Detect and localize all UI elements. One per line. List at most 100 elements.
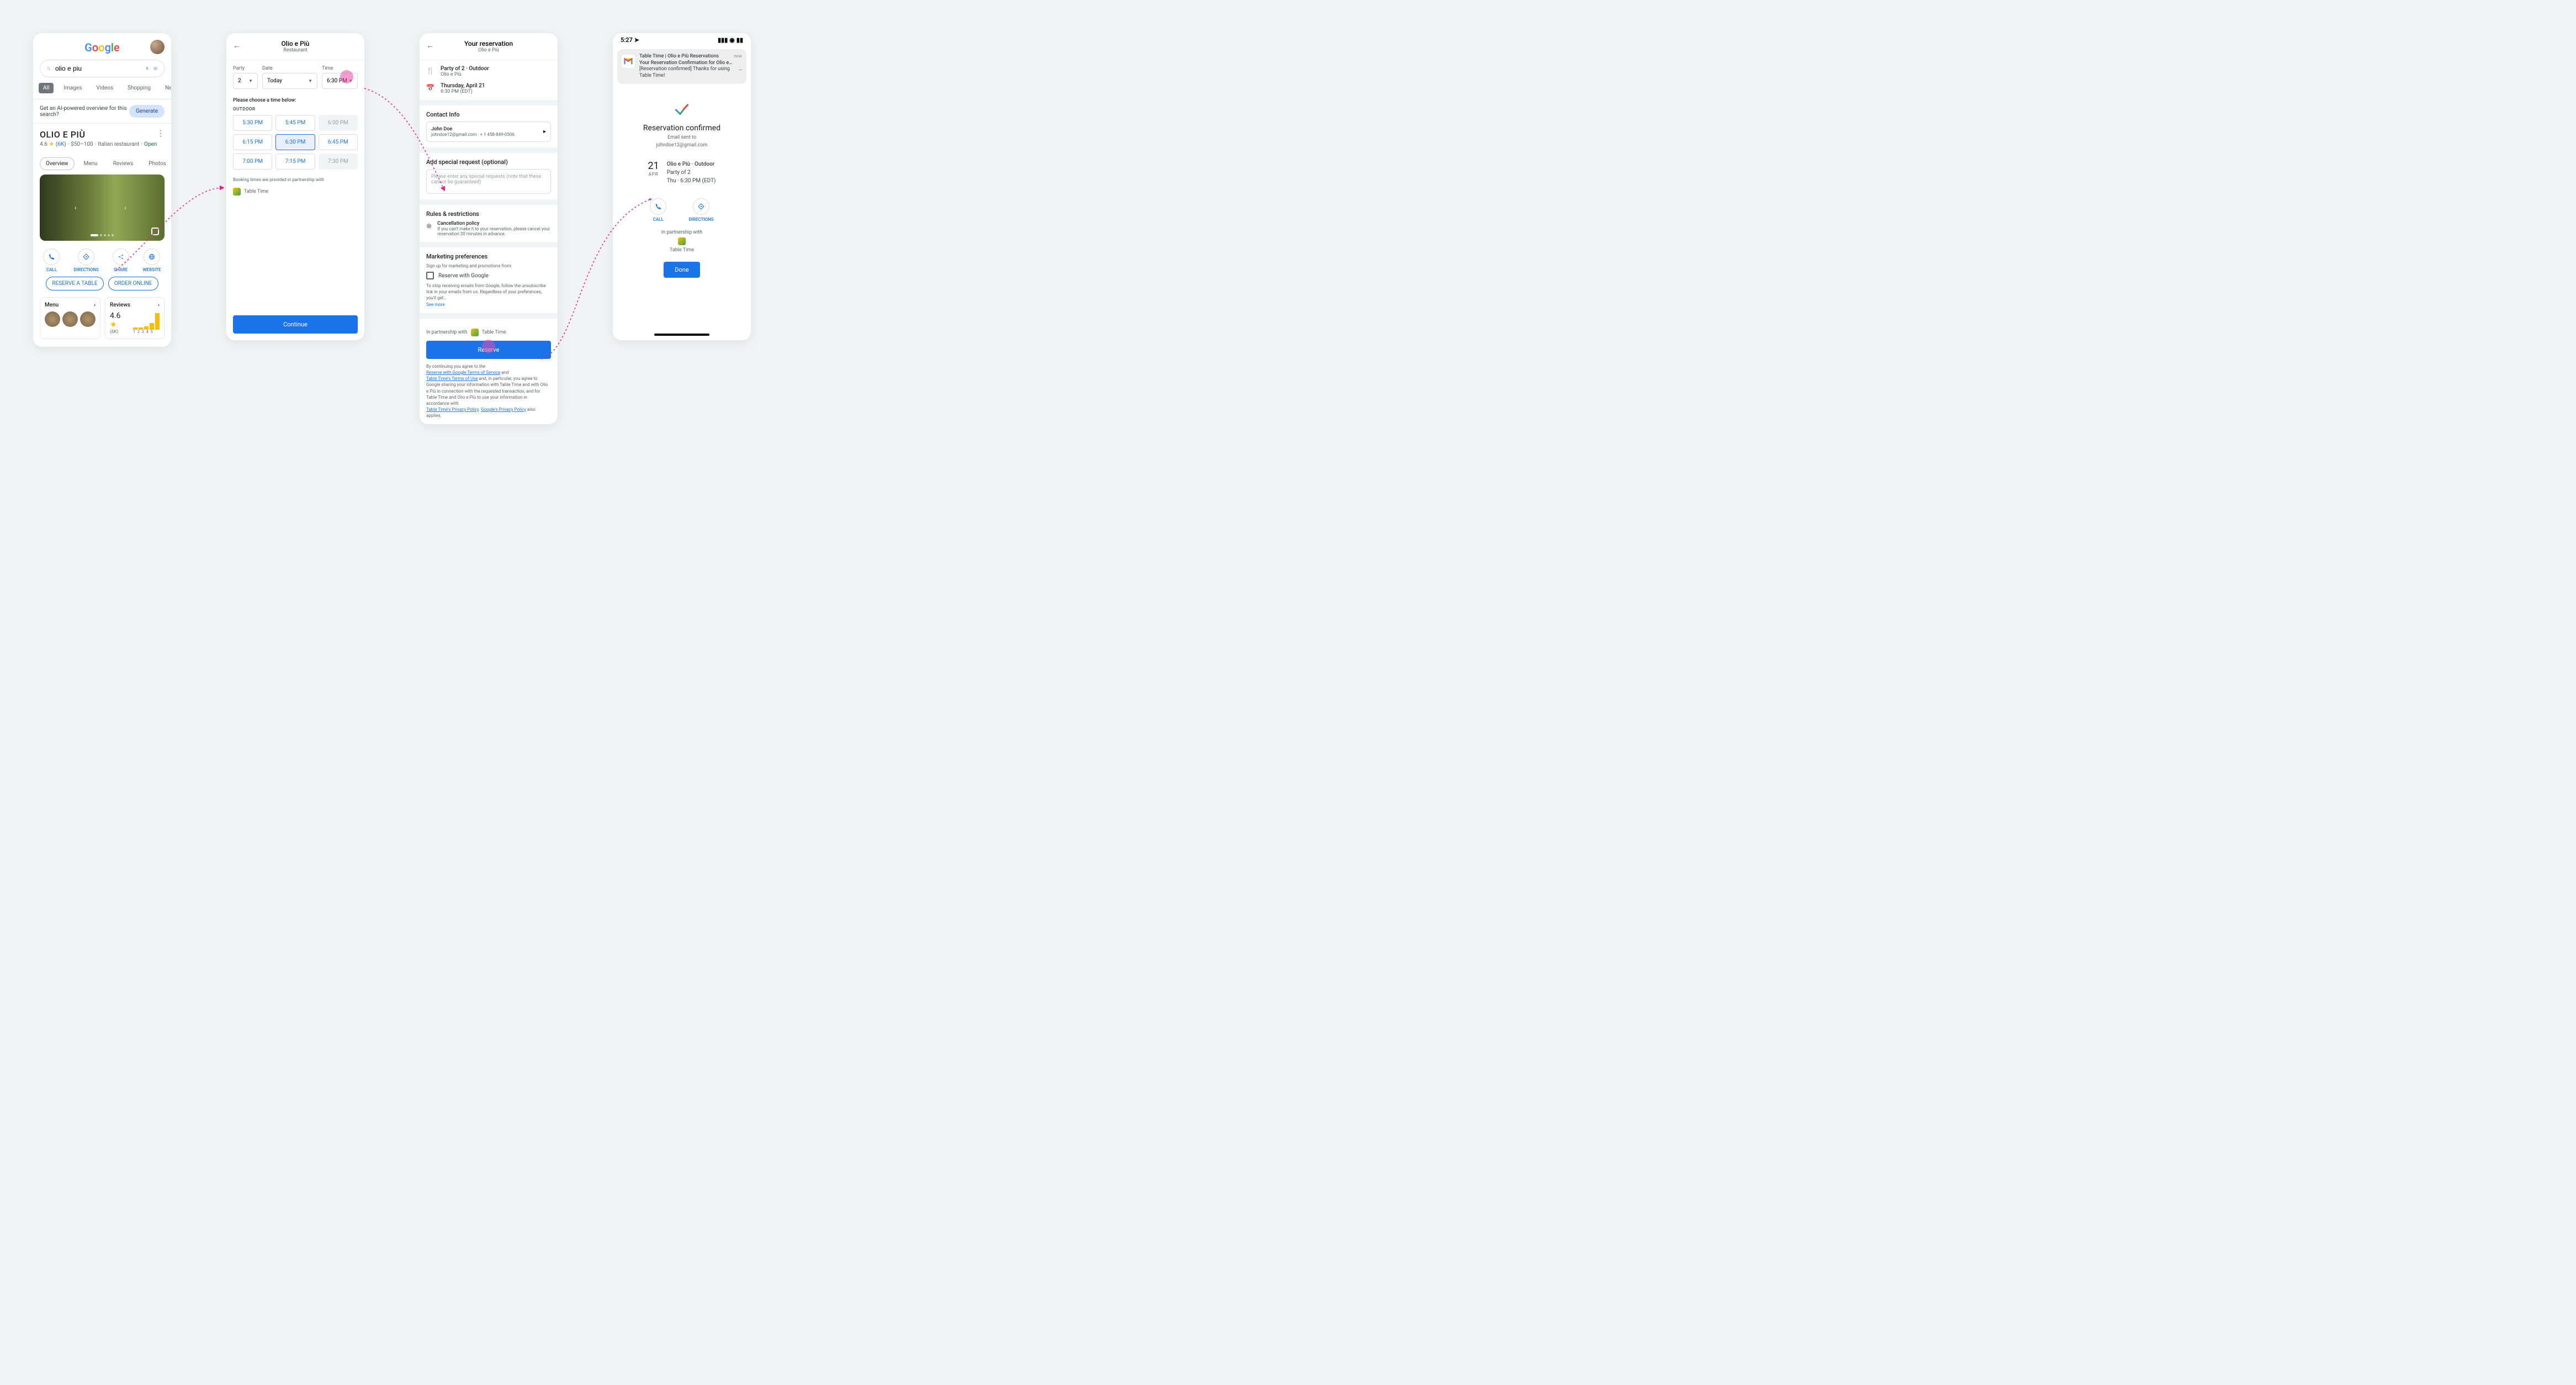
location-icon: ➤ [634, 36, 639, 44]
generate-button[interactable]: Generate [129, 105, 165, 118]
chevron-down-icon: ▼ [308, 78, 312, 83]
search-input[interactable] [55, 65, 141, 72]
continue-button[interactable]: Continue [233, 315, 358, 334]
res-restaurant: Olio e Più · Outdoor [667, 160, 716, 168]
directions-icon [698, 203, 704, 210]
filter-all[interactable]: All [39, 83, 54, 93]
time-picker[interactable]: 6:30 PM▼ [322, 73, 358, 89]
filter-videos[interactable]: Videos [92, 83, 118, 93]
tab-reviews[interactable]: Reviews [107, 157, 140, 170]
time-label: Time [322, 66, 358, 71]
contact-card[interactable]: John Doe johndoe12@gmail.com · + 1 458-8… [426, 121, 551, 142]
date-label: Date [262, 66, 317, 71]
tab-overview[interactable]: Overview [40, 157, 75, 170]
tab-menu[interactable]: Menu [78, 157, 104, 170]
call-button[interactable]: CALL [43, 249, 60, 272]
see-more-link[interactable]: See more [426, 302, 445, 307]
calendar-icon: 📅 [426, 84, 435, 92]
directions-icon [83, 253, 89, 260]
marketing-checkbox-row[interactable]: Reserve with Google [426, 272, 551, 279]
time-option[interactable]: 6:15 PM [233, 134, 272, 150]
avatar[interactable] [150, 40, 165, 54]
search-bar[interactable] [40, 60, 165, 77]
special-request-title: Add special request (optional) [426, 158, 551, 166]
privacy-link[interactable]: Google's Privacy Policy [481, 407, 526, 412]
time-option-selected[interactable]: 6:30 PM [275, 134, 315, 150]
star-icon: ★ [49, 141, 54, 147]
time-option[interactable]: 7:00 PM [233, 154, 272, 170]
back-button[interactable]: ← [426, 41, 434, 50]
hero-photo-carousel[interactable]: ‹ › [40, 175, 165, 241]
tab-photos[interactable]: Photos [142, 157, 171, 170]
reviews-link[interactable]: (6K) [56, 141, 66, 147]
chevron-right-icon: ▸ [543, 129, 546, 135]
partner-name: Table Time [482, 330, 506, 335]
special-request-input[interactable]: Please enter any special requests (note … [426, 169, 551, 194]
check-badge-icon [674, 102, 690, 118]
phone-icon [655, 203, 661, 210]
home-indicator[interactable] [654, 334, 709, 336]
chevron-left-icon[interactable]: ‹ [75, 204, 77, 212]
directions-button[interactable]: DIRECTIONS [688, 198, 713, 222]
reviews-count: (6K) [110, 329, 129, 334]
menu-thumb [80, 311, 96, 327]
filter-news[interactable]: News [161, 83, 171, 93]
time-option[interactable]: 6:45 PM [319, 134, 358, 150]
screen-search-result: Google All Images Videos Shopping News M… [33, 33, 171, 347]
filter-shopping[interactable]: Shopping [123, 83, 155, 93]
call-button[interactable]: CALL [650, 198, 666, 222]
done-button[interactable]: Done [664, 262, 699, 278]
terms-link[interactable]: Table Time's Terms of Use [426, 376, 478, 381]
reviews-card[interactable]: Reviews› 4.6 ★ (6K) 12345 [105, 297, 165, 339]
notif-more-icon[interactable]: … [739, 66, 742, 79]
search-filters: All Images Videos Shopping News Maps [33, 83, 171, 99]
directions-label: DIRECTIONS [73, 267, 98, 272]
website-button[interactable]: WEBSITE [143, 249, 161, 272]
terms-disclaimer: By continuing you agree to the Reserve w… [426, 363, 551, 419]
time-option[interactable]: 7:15 PM [275, 154, 315, 170]
more-icon[interactable]: ⋮ [157, 129, 165, 138]
marketing-title: Marketing preferences [426, 253, 551, 260]
phone-icon [48, 253, 55, 260]
share-button[interactable]: SHARE [113, 249, 129, 272]
expand-icon[interactable] [151, 228, 159, 235]
chevron-right-icon[interactable]: › [124, 204, 126, 212]
terms-link[interactable]: Reserve with Google Terms of Service [426, 370, 500, 375]
header-subtitle: Restaurant [283, 47, 307, 53]
lens-icon[interactable] [153, 65, 157, 72]
time-option[interactable]: 5:30 PM [233, 115, 272, 131]
contact-details: johndoe12@gmail.com · + 1 458-849-0506 [431, 132, 515, 137]
checkbox[interactable] [426, 272, 434, 279]
star-icon: ★ [110, 320, 117, 329]
cuisine: Italian restaurant [98, 141, 139, 147]
marketing-subtitle: Sign up for marketing and promotions fro… [426, 263, 551, 268]
res-date-day: 21 [648, 160, 659, 172]
partner-text: Booking times are provided in partnershi… [226, 175, 364, 188]
time-option[interactable]: 5:45 PM [275, 115, 315, 131]
restaurant-title: OLIO E PIÙ [40, 129, 85, 140]
confirmation-sub1: Email sent to [667, 135, 696, 140]
reviews-rating: 4.6 [110, 311, 120, 320]
order-online-button[interactable]: ORDER ONLINE [108, 277, 158, 290]
notif-body: [Reservation confirmed] Thanks for using… [639, 66, 739, 79]
signal-icon: ▮▮▮ [718, 36, 728, 44]
back-button[interactable]: ← [233, 41, 241, 50]
restaurant-name: Olio e Più [441, 72, 489, 77]
party-label: Party [233, 66, 258, 71]
reserve-button[interactable]: Reserve [426, 341, 551, 359]
filter-images[interactable]: Images [59, 83, 86, 93]
date-picker[interactable]: Today▼ [262, 73, 317, 89]
notification-card[interactable]: Table Time | Olio e Più Reservationsnow … [617, 49, 746, 84]
open-status: Open [144, 141, 157, 147]
header-logo-row: Google [33, 33, 171, 60]
menu-card[interactable]: Menu› [40, 297, 100, 339]
directions-button[interactable]: DIRECTIONS [73, 249, 98, 272]
table-time-logo-icon [233, 188, 241, 195]
privacy-link[interactable]: Table Time's Privacy Policy [426, 407, 479, 412]
reserve-table-button[interactable]: RESERVE A TABLE [46, 277, 103, 290]
party-picker[interactable]: 2▼ [233, 73, 258, 89]
partner-text: In partnership with [426, 330, 468, 335]
mic-icon[interactable] [145, 65, 149, 72]
party-summary: Party of 2 · Outdoor [441, 66, 489, 72]
wifi-icon: ◉ [729, 36, 735, 44]
